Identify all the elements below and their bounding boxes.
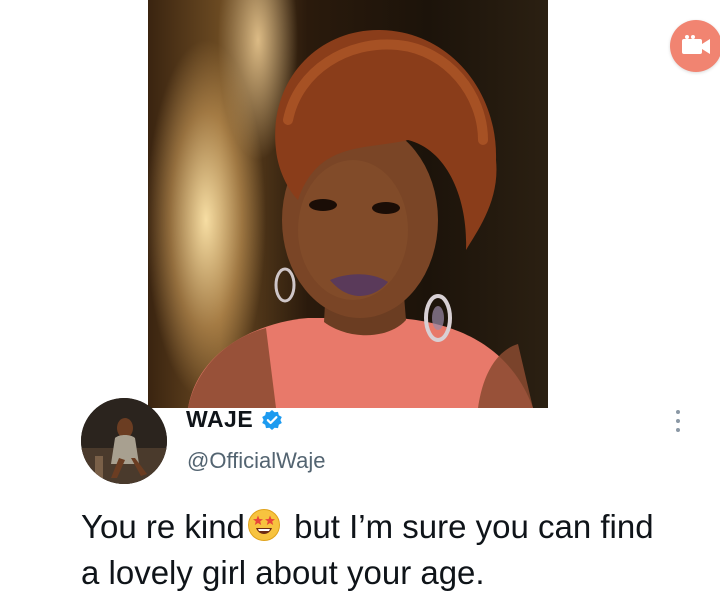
verified-badge-icon [261,409,283,431]
avatar[interactable] [81,398,167,484]
tweet-photo[interactable] [148,0,548,408]
star-struck-emoji-icon [247,508,281,542]
record-button[interactable] [670,20,720,72]
portrait-image [188,30,533,408]
display-name[interactable]: WAJE [186,406,253,433]
video-record-icon [682,35,710,54]
user-handle[interactable]: @OfficialWaje [187,448,325,474]
tweet-text-part-1: You re kind [81,508,245,545]
tweet-text: You re kind but I’m sure you can find a … [81,504,681,596]
avatar-image [81,398,167,484]
more-vertical-icon[interactable] [668,408,688,434]
